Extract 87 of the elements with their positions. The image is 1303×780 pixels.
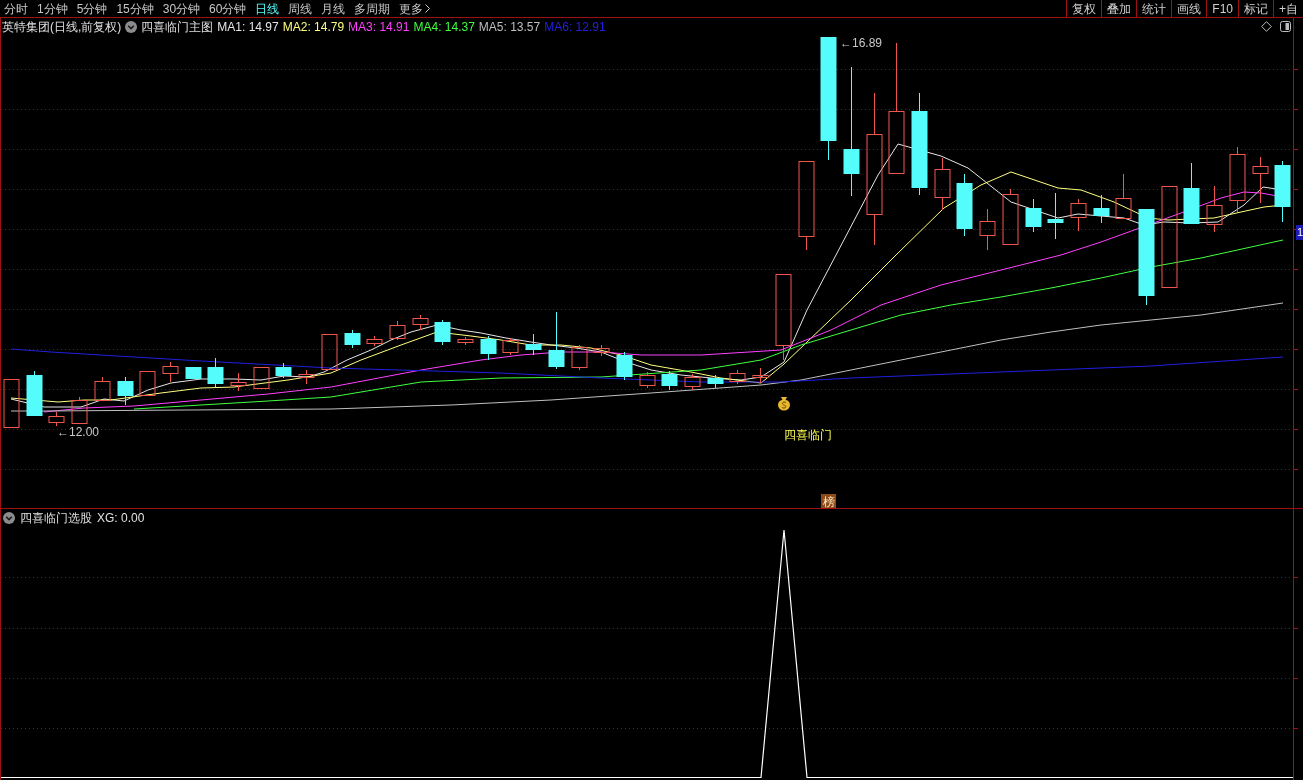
period-tab[interactable]: 30分钟	[162, 2, 201, 15]
stock-title: 英特集团(日线,前复权)	[2, 20, 122, 33]
candlestick	[71, 396, 88, 424]
candlestick	[298, 369, 315, 385]
period-tab[interactable]: 周线	[288, 2, 313, 15]
candlestick	[321, 334, 338, 370]
candlestick	[457, 336, 474, 346]
candlestick	[934, 157, 951, 211]
candlestick	[1002, 188, 1019, 245]
candlestick	[639, 371, 656, 389]
candlestick	[48, 411, 65, 427]
toolbar-button[interactable]: 标记	[1238, 0, 1273, 17]
candlestick	[593, 344, 610, 357]
candlestick	[1070, 198, 1087, 232]
candlestick	[571, 344, 588, 371]
candlestick	[162, 361, 179, 383]
candlestick	[1229, 146, 1246, 213]
moving-average-label: MA2: 14.79	[282, 20, 345, 33]
indicator-name: 四喜临门主图	[141, 20, 214, 33]
candlestick	[502, 337, 519, 356]
high-price-label: ←16.89	[840, 36, 883, 50]
candlestick	[3, 379, 20, 428]
candlestick	[94, 376, 111, 401]
candlestick	[956, 173, 973, 237]
period-tab[interactable]: 60分钟	[209, 2, 247, 15]
period-tab[interactable]: 1分钟	[37, 2, 68, 15]
more-button[interactable]: 更多	[399, 2, 431, 15]
rank-badge: 榜	[821, 494, 836, 508]
low-price-label: ←12.00	[57, 425, 100, 439]
candlestick	[366, 335, 383, 347]
candlestick	[1047, 192, 1064, 240]
moving-average-label: MA6: 12.91	[544, 20, 606, 33]
diamond-icon[interactable]	[1261, 21, 1272, 32]
candlestick	[1025, 198, 1042, 233]
period-tab[interactable]: 15分钟	[116, 2, 154, 15]
signal-label: 四喜临门	[784, 428, 832, 442]
candlestick	[185, 367, 202, 379]
candlestick	[253, 367, 270, 389]
candlestick	[684, 373, 701, 391]
chevron-down-icon[interactable]	[125, 20, 138, 33]
candlestick	[207, 357, 224, 388]
candlestick	[480, 335, 497, 361]
period-tab[interactable]: 月线	[321, 2, 346, 15]
candlestick	[1274, 160, 1291, 223]
moving-average-label: MA1: 14.97	[217, 20, 279, 33]
candlestick	[1115, 173, 1132, 219]
moving-average-label: MA3: 14.91	[348, 20, 410, 33]
candlestick	[412, 314, 429, 331]
candlestick	[344, 329, 361, 349]
period-tab[interactable]: 多周期	[354, 2, 391, 15]
toolbar-button[interactable]: 画线	[1171, 0, 1207, 17]
candlestick	[616, 351, 633, 381]
candlestick	[1093, 194, 1110, 224]
toolbar-button[interactable]: 复权	[1066, 0, 1102, 17]
candlestick	[275, 362, 292, 379]
money-bag-icon	[778, 397, 790, 411]
chevron-down-icon[interactable]	[3, 511, 15, 524]
toolbar-button[interactable]: 统计	[1136, 0, 1172, 17]
toolbar-button[interactable]: 叠加	[1101, 0, 1137, 17]
moving-average-label: MA5: 13.57	[478, 20, 541, 33]
candlestick	[230, 372, 247, 392]
moving-average-label: MA4: 14.37	[413, 20, 475, 33]
candlestick	[26, 370, 43, 416]
candlestick	[1252, 156, 1269, 204]
period-tab[interactable]: 5分钟	[76, 2, 108, 15]
candlestick	[139, 371, 156, 396]
candlestick	[1183, 162, 1200, 224]
candlestick	[752, 367, 769, 384]
candlestick	[434, 319, 451, 346]
candlestick	[117, 376, 134, 406]
candlestick	[729, 369, 746, 385]
candlestick	[525, 333, 542, 356]
indicator-name: 四喜临门选股	[20, 511, 92, 524]
period-tab[interactable]: 日线	[255, 2, 280, 15]
chevron-right-icon	[425, 4, 431, 13]
price-marker: 1	[1296, 225, 1303, 240]
candlestick	[548, 311, 565, 370]
panel-icon[interactable]	[1280, 21, 1291, 32]
toolbar-button[interactable]: +自	[1273, 0, 1303, 17]
candlestick	[389, 320, 406, 341]
candlestick	[979, 208, 996, 251]
candlestick	[707, 374, 724, 389]
indicator-reading: XG: 0.00	[97, 511, 145, 524]
candlestick	[1206, 185, 1223, 233]
period-tab[interactable]: 分时	[4, 2, 28, 15]
candlestick	[661, 370, 678, 391]
toolbar-button[interactable]: F10	[1206, 0, 1238, 17]
